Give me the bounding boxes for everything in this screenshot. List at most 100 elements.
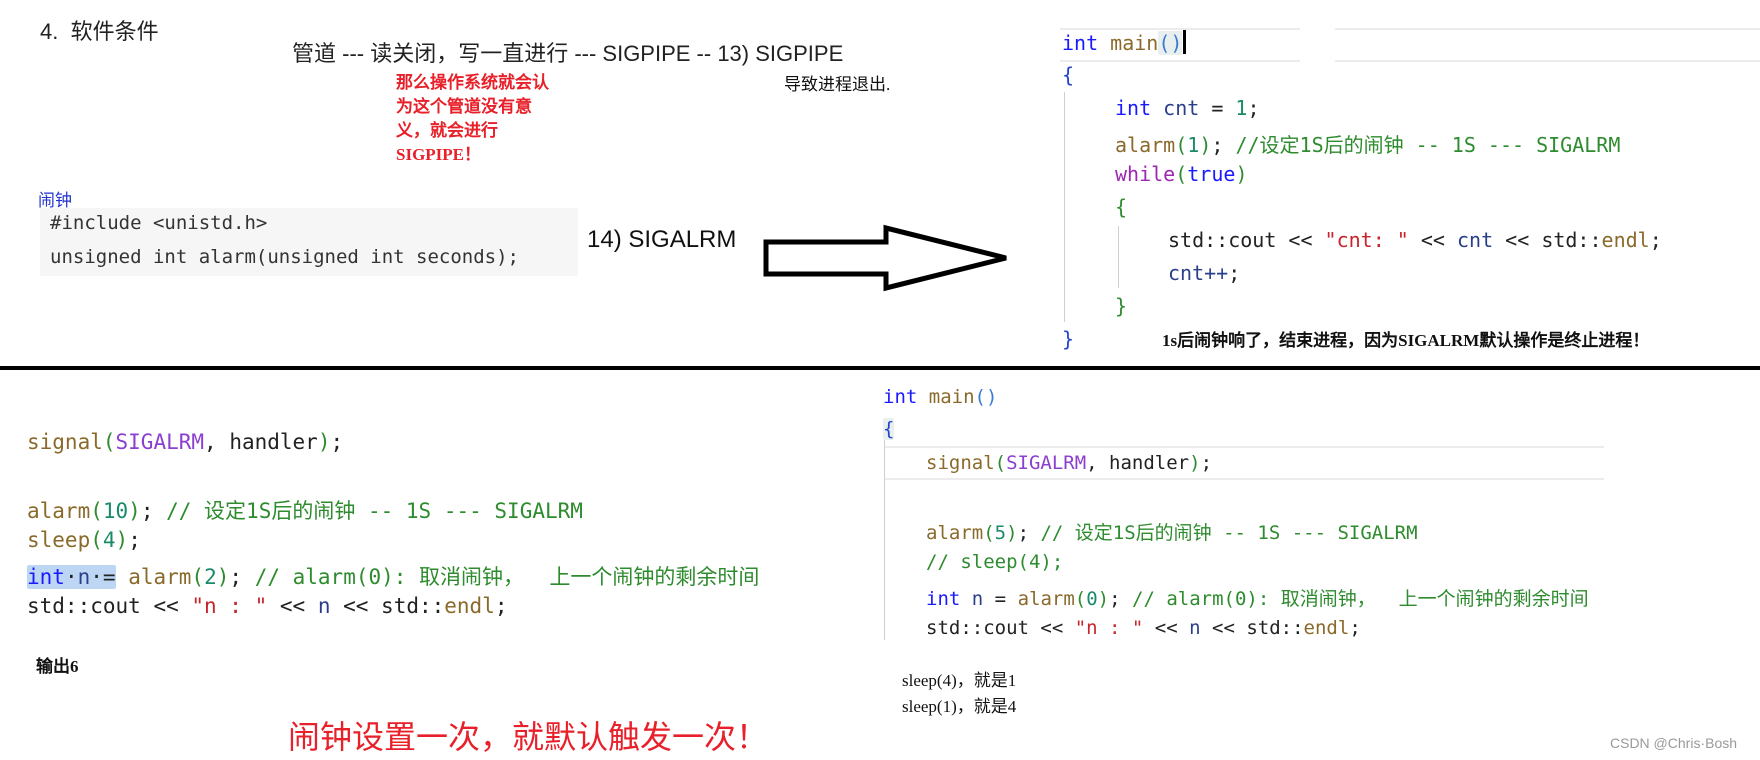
function-alarm: alarm: [128, 565, 192, 589]
code-line-cout: std::cout << "n : " << n << std::endl;: [27, 594, 508, 618]
op-shift: <<: [1276, 228, 1325, 252]
signature-line: unsigned int alarm(unsigned int seconds)…: [50, 246, 519, 268]
code-line-signal: signal(SIGALRM, handler);: [27, 430, 344, 454]
code-line-int-n: int·n·= alarm(2); // alarm(0): 取消闹钟， 上一个…: [27, 565, 760, 589]
pipe-signal-line: 管道 --- 读关闭，写一直进行 --- SIGPIPE -- 13) SIGP…: [292, 41, 844, 66]
code-line-alarm: alarm(10); // 设定1S后的闹钟 -- 1S --- SIGALRM: [27, 499, 583, 523]
function-sleep: sleep: [27, 528, 91, 552]
pipe-note-line-2: 为这个管道没有意: [396, 97, 532, 116]
sigalrm-summary-note: 1s后闹钟响了，结束进程，因为SIGALRM默认操作是终止进程！: [1162, 331, 1650, 350]
pipe-note-line-4: SIGPIPE！: [396, 145, 482, 164]
std-endl: endl: [444, 594, 495, 618]
keyword-while: while: [1115, 162, 1176, 186]
code-line-inner-close: }: [1115, 294, 1128, 318]
var-cnt: cnt: [1457, 228, 1494, 252]
current-line-highlight-right: [1335, 28, 1760, 62]
semicolon: ;: [1211, 133, 1236, 157]
output-note: 输出6: [36, 657, 79, 676]
cnt-increment: cnt++: [1168, 261, 1229, 285]
function-alarm: alarm: [27, 499, 91, 523]
keyword-true: true: [1187, 162, 1236, 186]
section-title: 4. 软件条件: [40, 19, 159, 44]
std-cout: std::cout: [926, 617, 1029, 639]
keyword-int: int: [1062, 31, 1099, 55]
text-cursor: [1183, 30, 1187, 54]
keyword-int: int: [27, 565, 65, 589]
code-line-signal: signal(SIGALRM, handler);: [926, 452, 1213, 474]
pipe-note-line-1: 那么操作系统就会认: [396, 73, 549, 92]
code-line-cout: std::cout << "cnt: " << cnt << std::endl…: [1168, 228, 1662, 252]
string-literal: "cnt: ": [1324, 228, 1409, 252]
var-n: n: [971, 588, 984, 610]
alarm-arg: 1: [1187, 133, 1200, 157]
alarm-zero-comment: // alarm(0): 取消闹钟， 上一个闹钟的剩余时间: [254, 565, 760, 589]
macro-sigalrm: SIGALRM: [1006, 452, 1087, 474]
sleep-arg: 4: [102, 528, 116, 552]
alarm-comment: // 设定1S后的闹钟 -- 1S --- SIGALRM: [166, 499, 583, 523]
function-alarm: alarm: [1115, 133, 1176, 157]
right-arrow-icon: [763, 224, 1007, 292]
code-line-incr: cnt++;: [1168, 261, 1241, 285]
keyword-int: int: [926, 588, 961, 610]
macro-sigalrm: SIGALRM: [115, 430, 205, 454]
section-divider: [0, 366, 1760, 370]
function-alarm: alarm: [1017, 588, 1075, 610]
string-literal: "n : ": [191, 594, 268, 618]
include-line: #include <unistd.h>: [50, 212, 268, 234]
function-signal: signal: [926, 452, 995, 474]
var-n: n: [77, 565, 91, 589]
keyword-int: int: [883, 386, 918, 408]
pipe-note-line-3: 义，就会进行: [396, 121, 498, 140]
handler-arg: , handler: [204, 430, 318, 454]
indent-guide: [884, 440, 885, 640]
code-line-close-brace: }: [1062, 327, 1075, 351]
semicolon: ;: [1247, 96, 1260, 120]
text-selection: int·n·=: [27, 565, 116, 589]
std-cout: std::cout: [1168, 228, 1277, 252]
main-parens: (): [1158, 31, 1183, 55]
op-assign: =: [1199, 96, 1236, 120]
code-line-open-brace: {: [883, 418, 895, 440]
function-alarm: alarm: [926, 522, 984, 544]
main-parens: (): [974, 386, 998, 408]
code-line-open-brace: {: [1062, 63, 1075, 87]
code-line-main: int main(): [883, 386, 997, 408]
function-main: main: [928, 386, 975, 408]
sleep-note-2: sleep(1)，就是4: [902, 697, 1017, 716]
alarm-zero-comment: // alarm(0): 取消闹钟， 上一个闹钟的剩余时间: [1132, 588, 1589, 610]
function-signal: signal: [27, 430, 103, 454]
code-line-alarm: alarm(5); // 设定1S后的闹钟 -- 1S --- SIGALRM: [926, 522, 1418, 544]
watermark: CSDN @Chris·Bosh: [1610, 735, 1738, 751]
code-line-int-n: int n = alarm(0); // alarm(0): 取消闹钟， 上一个…: [926, 588, 1589, 610]
alarm-prototype-codeblock: #include <unistd.h> unsigned int alarm(u…: [40, 208, 578, 276]
code-line-cnt-decl: int cnt = 1;: [1115, 96, 1260, 120]
std-endl: endl: [1303, 617, 1350, 639]
indent-guide: [1064, 92, 1065, 322]
alarm-comment: // 设定1S后的闹钟 -- 1S --- SIGALRM: [1040, 522, 1418, 544]
alarm-once-banner: 闹钟设置一次，就默认触发一次！: [288, 719, 769, 755]
code-line-sleep: sleep(4);: [27, 528, 141, 552]
sigalrm-number: 14) SIGALRM: [587, 226, 737, 253]
alarm-arg: 10: [102, 499, 129, 523]
string-literal: "n : ": [1074, 617, 1144, 639]
code-line-cout: std::cout << "n : " << n << std::endl;: [926, 617, 1361, 639]
num-literal: 1: [1235, 96, 1248, 120]
handler-arg: , handler: [1086, 452, 1190, 474]
sleep-note-1: sleep(4)，就是1: [902, 671, 1017, 690]
std-endl: endl: [1601, 228, 1650, 252]
pipe-exit-note: 导致进程退出.: [784, 75, 891, 94]
keyword-int: int: [1115, 96, 1152, 120]
code-line-inner-open: {: [1115, 195, 1128, 219]
indent-guide-inner: [1118, 226, 1119, 288]
var-n: n: [317, 594, 331, 618]
code-line-while: while(true): [1115, 162, 1248, 186]
alarm-arg: 5: [994, 522, 1007, 544]
code-line-main: int main(): [1062, 30, 1187, 55]
code-line-sleep-comment: // sleep(4);: [926, 551, 1064, 573]
std-cout: std::cout: [27, 594, 141, 618]
function-main: main: [1110, 31, 1159, 55]
alarm-comment: //设定1S后的闹钟 -- 1S --- SIGALRM: [1235, 133, 1621, 157]
code-line-alarm: alarm(1); //设定1S后的闹钟 -- 1S --- SIGALRM: [1115, 133, 1621, 157]
alarm-arg: 0: [1086, 588, 1098, 610]
var-n: n: [1189, 617, 1201, 639]
